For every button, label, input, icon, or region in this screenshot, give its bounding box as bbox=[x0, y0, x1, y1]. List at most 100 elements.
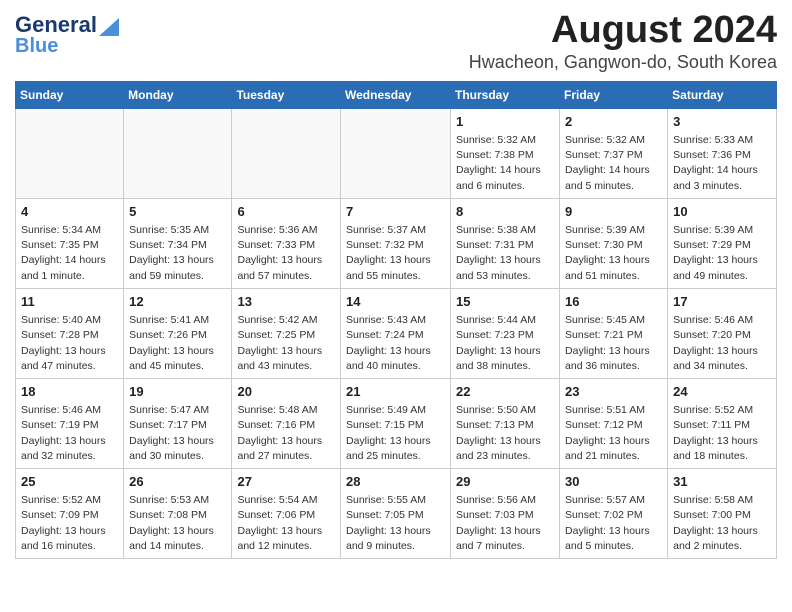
day-info-18: Sunrise: 5:46 AM Sunset: 7:19 PM Dayligh… bbox=[21, 403, 118, 464]
day-number-13: 13 bbox=[237, 293, 335, 311]
calendar-subtitle: Hwacheon, Gangwon-do, South Korea bbox=[469, 52, 777, 73]
day-number-19: 19 bbox=[129, 383, 226, 401]
day-number-3: 3 bbox=[673, 113, 771, 131]
day-number-1: 1 bbox=[456, 113, 554, 131]
calendar-cell-25: 22Sunrise: 5:50 AM Sunset: 7:13 PM Dayli… bbox=[451, 378, 560, 468]
header-friday: Friday bbox=[560, 81, 668, 108]
logo-text-general: General bbox=[15, 14, 97, 36]
day-number-17: 17 bbox=[673, 293, 771, 311]
calendar-cell-11: 8 Sunrise: 5:38 AM Sunset: 7:31 PM Daylig… bbox=[451, 198, 560, 288]
day-info-27: Sunrise: 5:54 AM Sunset: 7:06 PM Dayligh… bbox=[237, 493, 335, 554]
calendar-cell-3 bbox=[341, 108, 451, 198]
day-info-19: Sunrise: 5:47 AM Sunset: 7:17 PM Dayligh… bbox=[129, 403, 226, 464]
calendar-cell-32: 29 Sunrise: 5:56 AM Sunset: 7:03 PM Dayli… bbox=[451, 469, 560, 559]
day-number-14: 14 bbox=[346, 293, 445, 311]
calendar-week-3: 11Sunrise: 5:40 AM Sunset: 7:28 PM Dayli… bbox=[16, 288, 777, 378]
calendar-cell-27: 24 Sunrise: 5:52 AM Sunset: 7:11 PM Dayli… bbox=[668, 378, 777, 468]
day-number-8: 8 bbox=[456, 203, 554, 221]
day-info-22: Sunrise: 5:50 AM Sunset: 7:13 PM Dayligh… bbox=[456, 403, 554, 464]
header-wednesday: Wednesday bbox=[341, 81, 451, 108]
day-number-21: 21 bbox=[346, 383, 445, 401]
calendar-cell-12: 9 Sunrise: 5:39 AM Sunset: 7:30 PM Daylig… bbox=[560, 198, 668, 288]
day-number-4: 4 bbox=[21, 203, 118, 221]
day-info-1: Sunrise: 5:32 AM Sunset: 7:38 PM Dayligh… bbox=[456, 133, 554, 194]
calendar-week-4: 18 Sunrise: 5:46 AM Sunset: 7:19 PM Dayli… bbox=[16, 378, 777, 468]
day-number-5: 5 bbox=[129, 203, 226, 221]
calendar-cell-24: 21Sunrise: 5:49 AM Sunset: 7:15 PM Dayli… bbox=[341, 378, 451, 468]
day-number-11: 11 bbox=[21, 293, 118, 311]
day-info-3: Sunrise: 5:33 AM Sunset: 7:36 PM Dayligh… bbox=[673, 133, 771, 194]
calendar-cell-20: 17 Sunrise: 5:46 AM Sunset: 7:20 PM Dayli… bbox=[668, 288, 777, 378]
calendar-week-1: 1 Sunrise: 5:32 AM Sunset: 7:38 PM Daylig… bbox=[16, 108, 777, 198]
day-number-10: 10 bbox=[673, 203, 771, 221]
day-info-29: Sunrise: 5:56 AM Sunset: 7:03 PM Dayligh… bbox=[456, 493, 554, 554]
calendar-cell-1 bbox=[124, 108, 232, 198]
calendar-title: August 2024 bbox=[469, 10, 777, 52]
header-saturday: Saturday bbox=[668, 81, 777, 108]
day-info-15: Sunrise: 5:44 AM Sunset: 7:23 PM Dayligh… bbox=[456, 313, 554, 374]
day-info-26: Sunrise: 5:53 AM Sunset: 7:08 PM Dayligh… bbox=[129, 493, 226, 554]
day-number-24: 24 bbox=[673, 383, 771, 401]
day-number-31: 31 bbox=[673, 473, 771, 491]
day-number-18: 18 bbox=[21, 383, 118, 401]
day-info-16: Sunrise: 5:45 AM Sunset: 7:21 PM Dayligh… bbox=[565, 313, 662, 374]
header-monday: Monday bbox=[124, 81, 232, 108]
day-number-29: 29 bbox=[456, 473, 554, 491]
calendar-cell-10: 7 Sunrise: 5:37 AM Sunset: 7:32 PM Daylig… bbox=[341, 198, 451, 288]
header-sunday: Sunday bbox=[16, 81, 124, 108]
day-number-26: 26 bbox=[129, 473, 226, 491]
calendar-cell-31: 28Sunrise: 5:55 AM Sunset: 7:05 PM Dayli… bbox=[341, 469, 451, 559]
day-number-20: 20 bbox=[237, 383, 335, 401]
calendar-cell-0 bbox=[16, 108, 124, 198]
day-info-28: Sunrise: 5:55 AM Sunset: 7:05 PM Dayligh… bbox=[346, 493, 445, 554]
day-info-20: Sunrise: 5:48 AM Sunset: 7:16 PM Dayligh… bbox=[237, 403, 335, 464]
calendar-cell-28: 25Sunrise: 5:52 AM Sunset: 7:09 PM Dayli… bbox=[16, 469, 124, 559]
day-info-12: Sunrise: 5:41 AM Sunset: 7:26 PM Dayligh… bbox=[129, 313, 226, 374]
day-info-2: Sunrise: 5:32 AM Sunset: 7:37 PM Dayligh… bbox=[565, 133, 662, 194]
calendar-cell-5: 2 Sunrise: 5:32 AM Sunset: 7:37 PM Daylig… bbox=[560, 108, 668, 198]
day-info-9: Sunrise: 5:39 AM Sunset: 7:30 PM Dayligh… bbox=[565, 223, 662, 284]
day-number-15: 15 bbox=[456, 293, 554, 311]
day-info-24: Sunrise: 5:52 AM Sunset: 7:11 PM Dayligh… bbox=[673, 403, 771, 464]
calendar-week-5: 25Sunrise: 5:52 AM Sunset: 7:09 PM Dayli… bbox=[16, 469, 777, 559]
day-info-6: Sunrise: 5:36 AM Sunset: 7:33 PM Dayligh… bbox=[237, 223, 335, 284]
day-number-30: 30 bbox=[565, 473, 662, 491]
calendar-table: Sunday Monday Tuesday Wednesday Thursday… bbox=[15, 81, 777, 559]
day-number-2: 2 bbox=[565, 113, 662, 131]
page-header: General Blue August 2024 Hwacheon, Gangw… bbox=[15, 10, 777, 73]
day-info-10: Sunrise: 5:39 AM Sunset: 7:29 PM Dayligh… bbox=[673, 223, 771, 284]
calendar-cell-4: 1 Sunrise: 5:32 AM Sunset: 7:38 PM Daylig… bbox=[451, 108, 560, 198]
day-number-27: 27 bbox=[237, 473, 335, 491]
day-number-25: 25 bbox=[21, 473, 118, 491]
day-info-13: Sunrise: 5:42 AM Sunset: 7:25 PM Dayligh… bbox=[237, 313, 335, 374]
header-thursday: Thursday bbox=[451, 81, 560, 108]
calendar-title-section: August 2024 Hwacheon, Gangwon-do, South … bbox=[469, 10, 777, 73]
day-info-8: Sunrise: 5:38 AM Sunset: 7:31 PM Dayligh… bbox=[456, 223, 554, 284]
day-number-6: 6 bbox=[237, 203, 335, 221]
day-info-7: Sunrise: 5:37 AM Sunset: 7:32 PM Dayligh… bbox=[346, 223, 445, 284]
day-number-7: 7 bbox=[346, 203, 445, 221]
calendar-cell-8: 5 Sunrise: 5:35 AM Sunset: 7:34 PM Daylig… bbox=[124, 198, 232, 288]
day-info-5: Sunrise: 5:35 AM Sunset: 7:34 PM Dayligh… bbox=[129, 223, 226, 284]
day-info-14: Sunrise: 5:43 AM Sunset: 7:24 PM Dayligh… bbox=[346, 313, 445, 374]
calendar-cell-18: 15 Sunrise: 5:44 AM Sunset: 7:23 PM Dayli… bbox=[451, 288, 560, 378]
calendar-cell-17: 14 Sunrise: 5:43 AM Sunset: 7:24 PM Dayli… bbox=[341, 288, 451, 378]
calendar-cell-34: 31Sunrise: 5:58 AM Sunset: 7:00 PM Dayli… bbox=[668, 469, 777, 559]
calendar-header-row: Sunday Monday Tuesday Wednesday Thursday… bbox=[16, 81, 777, 108]
day-info-17: Sunrise: 5:46 AM Sunset: 7:20 PM Dayligh… bbox=[673, 313, 771, 374]
calendar-week-2: 4 Sunrise: 5:34 AM Sunset: 7:35 PM Daylig… bbox=[16, 198, 777, 288]
day-number-9: 9 bbox=[565, 203, 662, 221]
day-info-23: Sunrise: 5:51 AM Sunset: 7:12 PM Dayligh… bbox=[565, 403, 662, 464]
calendar-cell-30: 27 Sunrise: 5:54 AM Sunset: 7:06 PM Dayli… bbox=[232, 469, 341, 559]
logo: General Blue bbox=[15, 14, 119, 56]
header-tuesday: Tuesday bbox=[232, 81, 341, 108]
day-number-23: 23 bbox=[565, 383, 662, 401]
calendar-cell-2 bbox=[232, 108, 341, 198]
calendar-cell-29: 26 Sunrise: 5:53 AM Sunset: 7:08 PM Dayli… bbox=[124, 469, 232, 559]
calendar-cell-16: 13 Sunrise: 5:42 AM Sunset: 7:25 PM Dayli… bbox=[232, 288, 341, 378]
calendar-cell-9: 6 Sunrise: 5:36 AM Sunset: 7:33 PM Daylig… bbox=[232, 198, 341, 288]
day-info-4: Sunrise: 5:34 AM Sunset: 7:35 PM Dayligh… bbox=[21, 223, 118, 284]
calendar-cell-13: 10 Sunrise: 5:39 AM Sunset: 7:29 PM Dayli… bbox=[668, 198, 777, 288]
calendar-cell-26: 23 Sunrise: 5:51 AM Sunset: 7:12 PM Dayli… bbox=[560, 378, 668, 468]
day-number-12: 12 bbox=[129, 293, 226, 311]
